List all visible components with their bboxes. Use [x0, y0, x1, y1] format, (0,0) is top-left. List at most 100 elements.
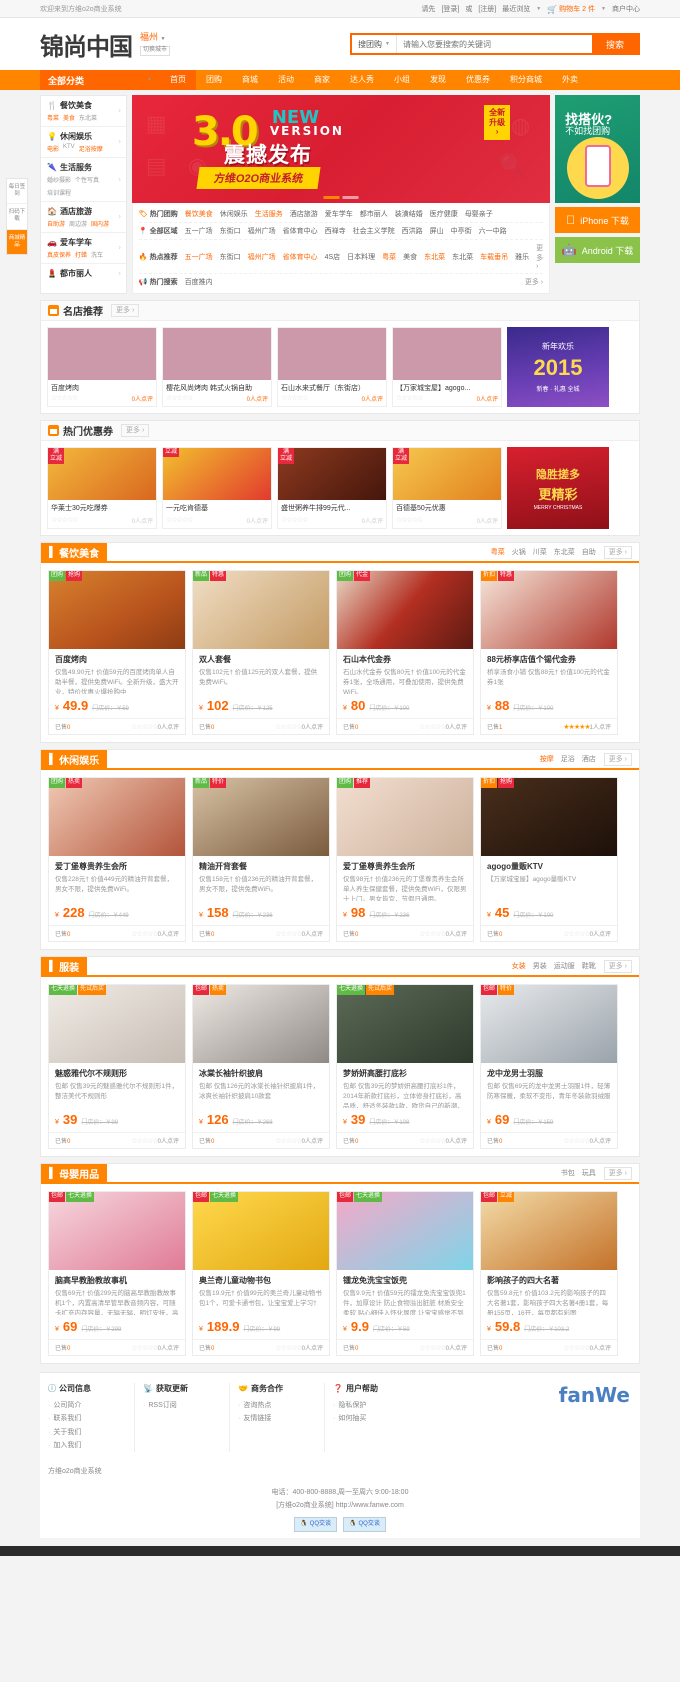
nav-item-8[interactable]: 优惠券 [456, 70, 500, 90]
more-link[interactable]: 更多 › [603, 545, 632, 559]
section-tab-0[interactable]: 女装 [512, 961, 526, 971]
nav-item-2[interactable]: 商城 [232, 70, 268, 90]
category-row-3[interactable]: 🏠 酒店旅游 自助游 周边游 国内游 › [41, 202, 126, 233]
keyword-link[interactable]: 都市丽人 [360, 209, 388, 219]
keyword-link[interactable]: 百度推内 [185, 277, 213, 287]
section-tab-3[interactable]: 东北菜 [554, 547, 575, 557]
keyword-link[interactable]: 屏山 [430, 226, 444, 236]
product-card[interactable]: 七天退换 先试后买 魅惑雅代尔不规则形 包邮 仅售39元的魅惑雅代尔不规则形1件，整洁… [48, 984, 186, 1149]
keyword-link[interactable]: 生活服务 [255, 209, 283, 219]
section-tab-1[interactable]: 火锅 [512, 547, 526, 557]
footer-link[interactable]: 联系我们 [48, 1412, 126, 1425]
nav-item-9[interactable]: 积分商城 [500, 70, 552, 90]
nav-item-3[interactable]: 活动 [268, 70, 304, 90]
qq-chat-button[interactable]: 🐧 QQ交谈 [343, 1516, 386, 1533]
product-card[interactable]: 折扣 特惠 88元桥享店值个锡代金券 桥享汤食小铺 仅售88元† 价值100元的代金券… [480, 570, 618, 735]
more-link[interactable]: 更多 › [603, 1166, 632, 1180]
switch-city-button[interactable]: 切换城市 [140, 46, 171, 56]
category-sub-link[interactable]: 电影 [47, 144, 59, 153]
coupon-card[interactable]: 立减 一元吃肯德基 ☆☆☆☆☆ 0人点评 [162, 447, 272, 529]
keyword-link[interactable]: 省体育中心 [283, 252, 318, 262]
product-card[interactable]: 折扣 抢购 agogo量贩KTV 【万家城宝屋】agogo量贩KTV ¥45 门店价：￥1… [480, 777, 618, 942]
footer-link[interactable]: 咨询热点 [238, 1399, 316, 1412]
more-link[interactable]: 更多 › [121, 424, 150, 437]
footer-link[interactable]: 如何抽买 [333, 1412, 412, 1425]
keyword-link[interactable]: 东北菜 [452, 252, 473, 262]
rail-item-2[interactable]: 商城精品 [7, 229, 27, 254]
keyword-link[interactable]: 福州广场 [248, 226, 276, 236]
product-card[interactable]: 新品 特惠 双人套餐 仅售102元† 价值125元的双人套餐，提供免费WiFi。 ¥10… [192, 570, 330, 735]
more-link[interactable]: 更多 › [111, 304, 140, 317]
qq-chat-button[interactable]: 🐧 QQ交谈 [294, 1516, 337, 1533]
more-link[interactable]: 更多 › [603, 959, 632, 973]
keyword-link[interactable]: 母婴亲子 [465, 209, 493, 219]
category-sub-link[interactable]: 美食 [63, 113, 75, 122]
product-card[interactable]: 包邮 七天退换 奥兰奇儿童动物书包 仅售19.9元† 价值99元的奥兰奇儿童动物书包1… [192, 1191, 330, 1356]
section-tab-3[interactable]: 鞋靴 [582, 961, 596, 971]
site-logo[interactable]: 锦尚中国 [40, 27, 133, 62]
keyword-more-link[interactable]: 更多 › [536, 243, 543, 270]
product-card[interactable]: 包邮 热卖 冰棠长袖针织披肩 包邮 仅售126元的冰棠长袖针织披肩1件，冰爽长袖针织披… [192, 984, 330, 1149]
keyword-link[interactable]: 社会主义学院 [353, 226, 395, 236]
section-tab-1[interactable]: 玩具 [582, 1168, 596, 1178]
search-input[interactable] [396, 35, 592, 53]
keyword-link[interactable]: 4S店 [325, 252, 341, 262]
footer-link[interactable]: 公司简介 [48, 1399, 126, 1412]
product-card[interactable]: 包邮 特价 龙中龙男士羽服 包邮 仅售69元的龙中龙男士羽服1件，轻薄防寒保暖，柔软不… [480, 984, 618, 1149]
search-category-select[interactable]: 搜团购 ▼ [352, 35, 397, 53]
keyword-link[interactable]: 五一广场 [185, 226, 213, 236]
section-tab-1[interactable]: 男装 [533, 961, 547, 971]
store-card[interactable]: 百度烤肉 ☆☆☆☆☆ 0人点评 [47, 327, 157, 407]
category-sub-link[interactable]: 婚纱摄影 [47, 175, 71, 184]
category-row-4[interactable]: 🚗 爱车学车 真皮保养 打蜡 洗车 › [41, 233, 126, 264]
hero-banner[interactable]: ▦ ▤ ◉ ◍ 🔍 3.0 NEW VERSION 震撼发布 全新 升级 › 方… [131, 95, 551, 203]
all-categories-button[interactable]: 全部分类 ▼ [40, 70, 160, 90]
store-card[interactable]: 【万家城宝屋】agogo... ☆☆☆☆☆ 0人点评 [392, 327, 502, 407]
rail-item-0[interactable]: 每日签到 [7, 179, 27, 205]
section-tab-2[interactable]: 川菜 [533, 547, 547, 557]
keyword-link[interactable]: 东街口 [220, 226, 241, 236]
side-banner[interactable]: 隐胜搓多 更精彩 MERRY CHRISTMAS [507, 447, 609, 529]
keyword-link[interactable]: 五一广场 [185, 252, 213, 262]
product-card[interactable]: 团购 推荐 爱丁堡尊贵养生会所 仅售98元† 价值236元的丁堡尊贵养生会所单人养生保… [336, 777, 474, 942]
keyword-link[interactable]: 日本料理 [347, 252, 375, 262]
keyword-link[interactable]: 东街口 [220, 252, 241, 262]
ios-download-button[interactable]:  iPhone 下载 [555, 207, 640, 233]
section-tab-4[interactable]: 自助 [582, 547, 596, 557]
product-card[interactable]: 团购 抢购 百度烤肉 仅售49.90元† 价值59元的百度烤肉单人自助半餐，提供免费W… [48, 570, 186, 735]
category-sub-link[interactable]: 个性写真 [75, 175, 99, 184]
section-tab-0[interactable]: 按摩 [540, 754, 554, 764]
nav-item-6[interactable]: 小组 [384, 70, 420, 90]
product-card[interactable]: 团购 代金 石山本代金券 石山水代金券 仅售80元† 价值100元的代金券1张，全场通… [336, 570, 474, 735]
nav-item-5[interactable]: 达人秀 [340, 70, 384, 90]
keyword-link[interactable]: 西洪路 [402, 226, 423, 236]
more-link[interactable]: 更多 › [603, 752, 632, 766]
keyword-more-link[interactable]: 更多 › [525, 277, 543, 287]
keyword-link[interactable]: 餐饮美食 [185, 209, 213, 219]
category-sub-link[interactable]: 自助游 [47, 219, 65, 228]
category-row-2[interactable]: 🌂 生活服务 婚纱摄影 个性写真 培训课程 › [41, 158, 126, 202]
register-link[interactable]: [注册] [478, 4, 496, 14]
keyword-link[interactable]: 省体育中心 [283, 226, 318, 236]
category-sub-link[interactable]: 粤菜 [47, 113, 59, 122]
keyword-link[interactable]: 装潢结婚 [395, 209, 423, 219]
banner-dot[interactable] [342, 196, 359, 199]
nav-item-1[interactable]: 团购 [196, 70, 232, 90]
store-card[interactable]: 石山水来式餐厅（东街店） ☆☆☆☆☆ 0人点评 [277, 327, 387, 407]
city-selector[interactable]: 福州 ▼ 切换城市 [140, 32, 171, 56]
merchant-center-link[interactable]: 商户中心 [612, 4, 640, 14]
category-row-5[interactable]: 💄 都市丽人 › [41, 264, 126, 283]
nav-item-10[interactable]: 外卖 [552, 70, 588, 90]
category-sub-link[interactable]: 周边游 [69, 219, 87, 228]
banner-dots[interactable] [323, 196, 359, 199]
footer-link[interactable]: 友情链接 [238, 1412, 316, 1425]
nav-item-4[interactable]: 商家 [304, 70, 340, 90]
keyword-link[interactable]: 车载垂吊 [480, 252, 508, 262]
keyword-link[interactable]: 休闲娱乐 [220, 209, 248, 219]
keyword-link[interactable]: 酒店旅游 [290, 209, 318, 219]
footer-link[interactable]: 隐私保护 [333, 1399, 412, 1412]
section-tab-0[interactable]: 粤菜 [491, 547, 505, 557]
coupon-card[interactable]: 满立减 百德基50元优惠 ☆☆☆☆☆ 0人点评 [392, 447, 502, 529]
category-sub-link[interactable]: 培训课程 [47, 188, 71, 197]
product-card[interactable]: 七天退换 先试后买 梦娇妍高腰打底衫 包邮 仅售39元的梦娇妍高腰打底衫1件，2014… [336, 984, 474, 1149]
